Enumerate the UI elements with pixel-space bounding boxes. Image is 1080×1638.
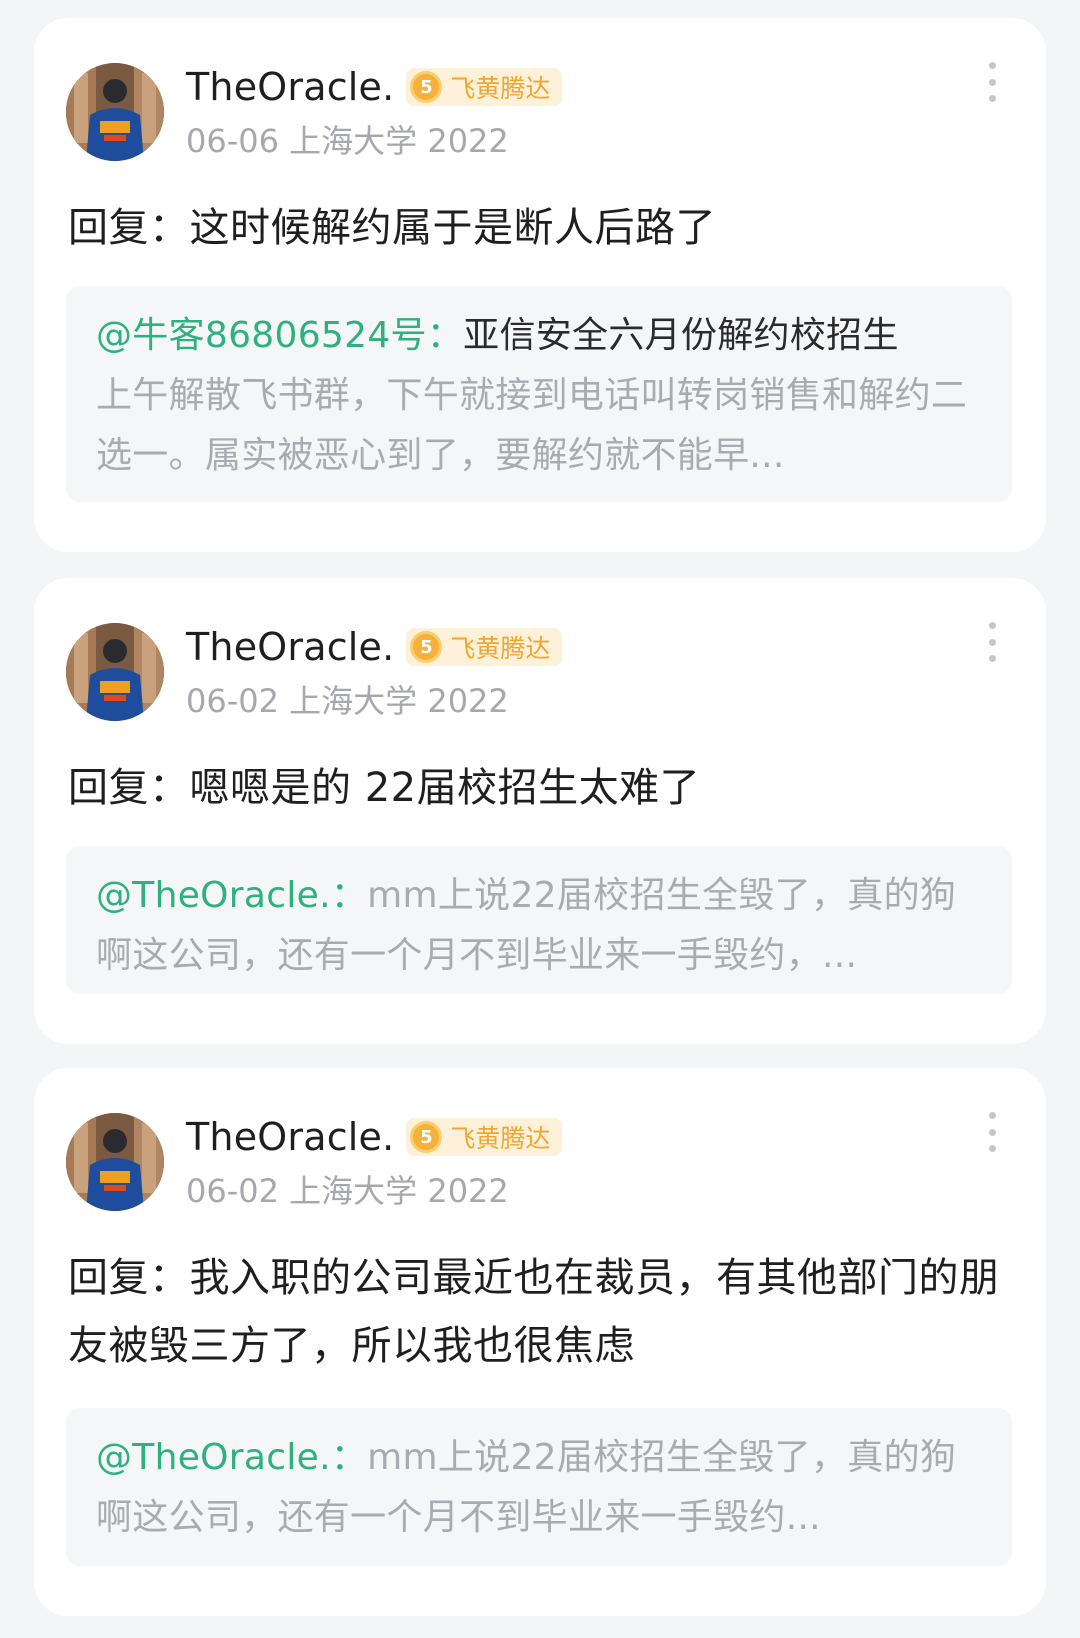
post-date-school: 06-06 上海大学 2022 <box>186 122 509 160</box>
badge-title: 飞黄腾达 <box>450 74 551 103</box>
post-date-school: 06-02 上海大学 2022 <box>186 682 509 720</box>
more-options-icon[interactable] <box>986 62 998 102</box>
reply-text[interactable]: 回复：这时候解约属于是断人后路了 <box>68 194 1012 262</box>
reply-text[interactable]: 回复：嗯嗯是的 22届校招生太难了 <box>68 754 1012 822</box>
post-card[interactable]: TheOracle. 5 飞黄腾达 06-06 上海大学 2022 回复：这时候… <box>34 18 1046 552</box>
level-icon: 5 <box>410 71 443 103</box>
more-options-icon[interactable] <box>986 1112 998 1152</box>
badge-title: 飞黄腾达 <box>450 1124 551 1153</box>
author-name[interactable]: TheOracle. <box>186 65 394 109</box>
author-name[interactable]: TheOracle. <box>186 1115 394 1159</box>
quoted-post[interactable]: @TheOracle.：mm上说22届校招生全毁了，真的狗啊这公司，还有一个月不… <box>66 1408 1012 1566</box>
quoted-post[interactable]: @牛客86806524号：亚信安全六月份解约校招生 上午解散飞书群，下午就接到电… <box>66 286 1012 502</box>
level-icon: 5 <box>410 631 443 663</box>
post-card[interactable]: TheOracle. 5 飞黄腾达 06-02 上海大学 2022 回复：我入职… <box>34 1068 1046 1616</box>
post-header: TheOracle. 5 飞黄腾达 06-06 上海大学 2022 <box>66 62 563 162</box>
level-badge[interactable]: 5 飞黄腾达 <box>406 628 563 666</box>
post-header: TheOracle. 5 飞黄腾达 06-02 上海大学 2022 <box>66 622 563 722</box>
post-header: TheOracle. 5 飞黄腾达 06-02 上海大学 2022 <box>66 1112 563 1212</box>
avatar[interactable] <box>66 1113 164 1211</box>
mention-link[interactable]: @牛客86806524号： <box>96 315 463 356</box>
badge-title: 飞黄腾达 <box>450 634 551 663</box>
more-options-icon[interactable] <box>986 622 998 662</box>
post-date-school: 06-02 上海大学 2022 <box>186 1172 509 1210</box>
level-icon: 5 <box>410 1121 443 1153</box>
quoted-post[interactable]: @TheOracle.：mm上说22届校招生全毁了，真的狗啊这公司，还有一个月不… <box>66 846 1012 994</box>
author-name[interactable]: TheOracle. <box>186 625 394 669</box>
quoted-title: 亚信安全六月份解约校招生 <box>463 315 899 356</box>
reply-text[interactable]: 回复：我入职的公司最近也在裁员，有其他部门的朋友被毁三方了，所以我也很焦虑 <box>68 1244 1012 1380</box>
quoted-body: 上午解散飞书群，下午就接到电话叫转岗销售和解约二选一。属实被恶心到了，要解约就不… <box>96 375 968 476</box>
level-badge[interactable]: 5 飞黄腾达 <box>406 1118 563 1156</box>
mention-link[interactable]: @TheOracle.： <box>96 1437 367 1478</box>
avatar[interactable] <box>66 623 164 721</box>
avatar[interactable] <box>66 63 164 161</box>
mention-link[interactable]: @TheOracle.： <box>96 875 367 916</box>
post-card[interactable]: TheOracle. 5 飞黄腾达 06-02 上海大学 2022 回复：嗯嗯是… <box>34 578 1046 1044</box>
level-badge[interactable]: 5 飞黄腾达 <box>406 68 563 106</box>
